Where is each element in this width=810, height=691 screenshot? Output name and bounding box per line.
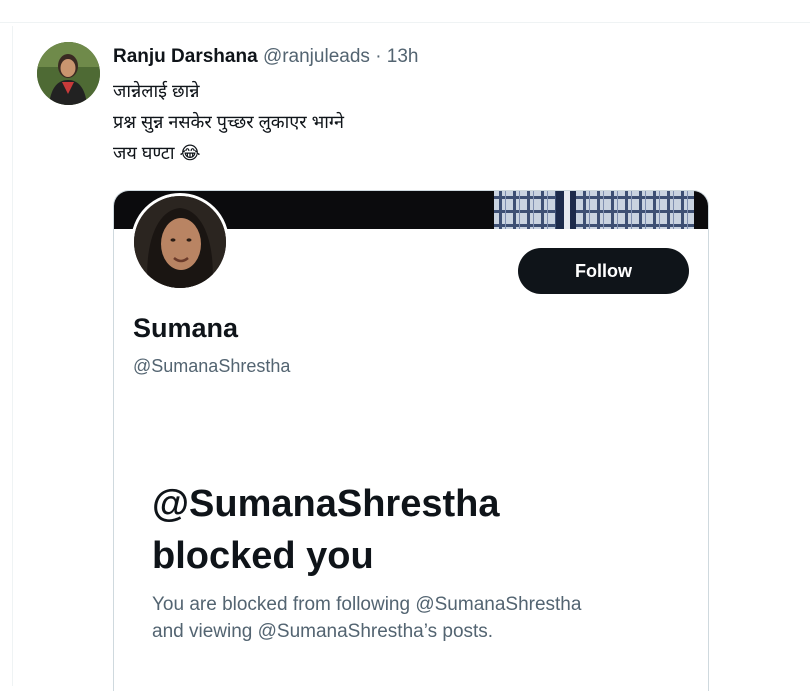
blocked-heading-line: blocked you	[152, 535, 374, 577]
author-avatar[interactable]	[37, 42, 100, 105]
tweet-text-line: प्रश्न सुन्न नसकेर पुच्छर लुकाएर भाग्ने	[113, 112, 344, 132]
profile-name: Sumana	[133, 313, 239, 343]
author-avatar-image	[37, 42, 100, 105]
blocked-heading: @SumanaShrestha blocked you	[152, 478, 500, 582]
profile-handle: @SumanaShrestha	[133, 356, 291, 376]
tweet-text-line: जय घण्टा 😂	[113, 143, 201, 163]
tweet-text-line: जान्नेलाई छान्ने	[113, 81, 200, 101]
tweet-text: जान्नेलाई छान्ने प्रश्न सुन्न नसकेर पुच्…	[113, 76, 713, 169]
profile-avatar[interactable]	[131, 193, 229, 291]
author-name[interactable]: Ranju Darshana	[113, 46, 258, 67]
blocked-description: You are blocked from following @SumanaSh…	[152, 591, 581, 645]
author-handle[interactable]: @ranjuleads	[263, 46, 370, 67]
banner-image	[494, 191, 694, 229]
profile-avatar-image	[134, 196, 226, 288]
tweet-timestamp[interactable]: 13h	[387, 46, 419, 67]
top-divider	[0, 0, 810, 23]
blocked-description-line: and viewing @SumanaShrestha’s posts.	[152, 621, 494, 642]
follow-button[interactable]: Follow	[518, 248, 689, 294]
blocked-description-line: You are blocked from following @SumanaSh…	[152, 594, 582, 615]
blocked-heading-line: @SumanaShrestha	[152, 483, 500, 525]
header-separator: ·	[375, 46, 382, 67]
embedded-screenshot-card[interactable]: Follow Sumana @SumanaShrestha @SumanaShr…	[113, 190, 709, 691]
tweet-header: Ranju Darshana @ranjuleads · 13h	[113, 46, 419, 72]
